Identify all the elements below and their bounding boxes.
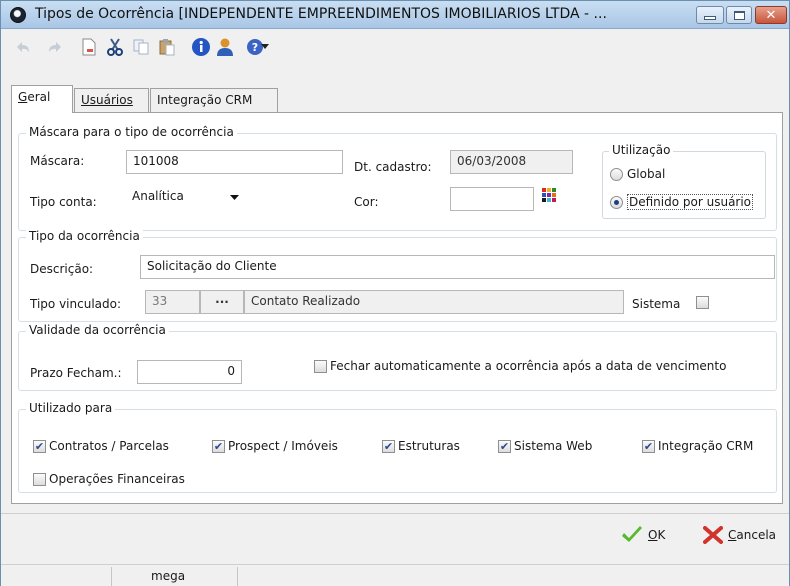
tipo-conta-label: Tipo conta: [30,195,97,209]
close-button[interactable]: ✕ [755,6,787,24]
checkbox-sistema-web-box: ✔ [498,439,511,453]
close-icon: ✕ [765,7,777,23]
checkbox-integracao-crm-box: ✔ [642,439,655,453]
tab-usuarios[interactable]: Usuários [74,88,149,112]
checkbox-contratos-label: Contratos / Parcelas [49,439,169,453]
user-icon[interactable] [215,37,235,57]
mascara-input[interactable]: 101008 [126,150,343,174]
cor-input[interactable] [450,187,534,211]
title-bar[interactable]: Tipos de Ocorrência [INDEPENDENTE EMPREE… [1,1,789,29]
window-title: Tipos de Ocorrência [INDEPENDENTE EMPREE… [35,6,607,22]
minimize-icon [704,16,716,20]
radio-definido-circle [610,195,623,209]
tab-panel-geral: Máscara para o tipo de ocorrência Máscar… [11,112,783,504]
sistema-label: Sistema [632,297,681,311]
copy-icon[interactable] [131,37,151,57]
color-picker-icon[interactable] [542,188,556,202]
tab-integracao-crm[interactable]: Integração CRM [150,88,278,112]
tab-geral-label: eral [27,90,51,104]
cancel-button[interactable]: Cancela [703,523,776,547]
dialog-window: Tipos de Ocorrência [INDEPENDENTE EMPREE… [0,0,790,586]
cancel-label: ancela [736,528,777,542]
tipo-vinculado-label: Tipo vinculado: [30,297,122,311]
status-separator [237,567,238,586]
checkbox-prospect-imoveis[interactable]: ✔ Prospect / Imóveis [212,439,338,453]
status-user: mega [151,569,186,583]
tipo-conta-value: Analítica [132,189,184,203]
maximize-icon [733,10,745,20]
redo-icon[interactable] [45,37,65,57]
checkbox-sistema-web-label: Sistema Web [514,439,593,453]
checkbox-operacoes-label: Operações Financeiras [49,472,185,486]
auto-close-checkbox[interactable]: Fechar automaticamente a ocorrência após… [314,359,726,373]
app-icon [10,7,26,23]
group-utilizado-para-title: Utilizado para [26,401,116,415]
checkbox-integracao-crm[interactable]: ✔ Integração CRM [642,439,753,453]
tipo-conta-select[interactable]: Analítica [126,186,249,210]
sistema-checkbox-box [696,296,709,309]
checkmark-icon [622,526,642,542]
prazo-fecham-label: Prazo Fecham.: [30,366,122,380]
checkbox-contratos-parcelas[interactable]: ✔ Contratos / Parcelas [33,439,169,453]
tipo-vinculado-name-field: Contato Realizado [244,290,624,314]
status-bar: mega [1,564,789,586]
cor-label: Cor: [354,195,379,209]
ok-label: K [657,528,666,542]
svg-text:?: ? [252,41,258,54]
radio-definido-label: Definido por usuário [627,194,754,210]
descricao-label: Descrição: [30,262,94,276]
mascara-label: Máscara: [30,154,85,168]
dt-cadastro-field: 06/03/2008 [450,150,573,174]
checkbox-estruturas-label: Estruturas [398,439,460,453]
checkbox-estruturas-box: ✔ [382,439,395,453]
tab-geral[interactable]: Geral [11,85,73,113]
dropdown-arrow-icon[interactable] [259,37,271,57]
paste-icon[interactable] [157,37,177,57]
browse-button[interactable]: ... [200,290,244,314]
info-icon[interactable] [191,37,211,57]
chevron-down-icon [230,195,239,200]
descricao-input[interactable]: Solicitação do Cliente [140,255,775,279]
group-validade-title: Validade da ocorrência [26,323,169,337]
radio-definido-por-usuario[interactable]: Definido por usuário [610,194,754,210]
radio-selected-dot [614,199,619,205]
checkbox-operacoes-box [33,472,46,486]
radio-global-label: Global [627,167,666,181]
minimize-button[interactable] [696,6,724,24]
group-mascara-title: Máscara para o tipo de ocorrência [26,125,237,139]
checkbox-estruturas[interactable]: ✔ Estruturas [382,439,460,453]
checkbox-integracao-crm-label: Integração CRM [658,439,754,453]
auto-close-checkbox-box [314,359,327,373]
maximize-button[interactable] [726,6,752,24]
status-separator [111,567,112,586]
checkbox-contratos-box: ✔ [33,439,46,453]
dt-cadastro-label: Dt. cadastro: [354,160,432,174]
checkbox-sistema-web[interactable]: ✔ Sistema Web [498,439,592,453]
toolbar: ? [1,29,789,63]
checkbox-prospect-box: ✔ [212,439,225,453]
tab-geral-mnemonic: G [18,90,28,104]
radio-global-circle [610,167,623,181]
ok-button[interactable]: OK [621,523,665,547]
checkbox-prospect-label: Prospect / Imóveis [228,439,338,453]
group-tipo-ocorrencia-title: Tipo da ocorrência [26,229,143,243]
separator [1,513,789,514]
tab-usuarios-label: Usuários [81,93,133,107]
auto-close-label: Fechar automaticamente a ocorrência após… [330,359,727,373]
cut-icon[interactable] [105,37,125,57]
tipo-vinculado-code-input[interactable]: 33 [145,290,200,314]
sistema-checkbox[interactable] [696,296,709,309]
prazo-fecham-input[interactable]: 0 [137,360,242,384]
radio-global[interactable]: Global [610,167,665,181]
undo-icon[interactable] [13,37,33,57]
checkbox-operacoes-financeiras[interactable]: Operações Financeiras [33,472,185,486]
group-utilizacao-title: Utilização [609,143,674,157]
cancel-x-icon [703,526,723,544]
new-document-icon[interactable] [79,37,99,57]
tab-integracao-crm-label: Integração CRM [157,93,253,107]
